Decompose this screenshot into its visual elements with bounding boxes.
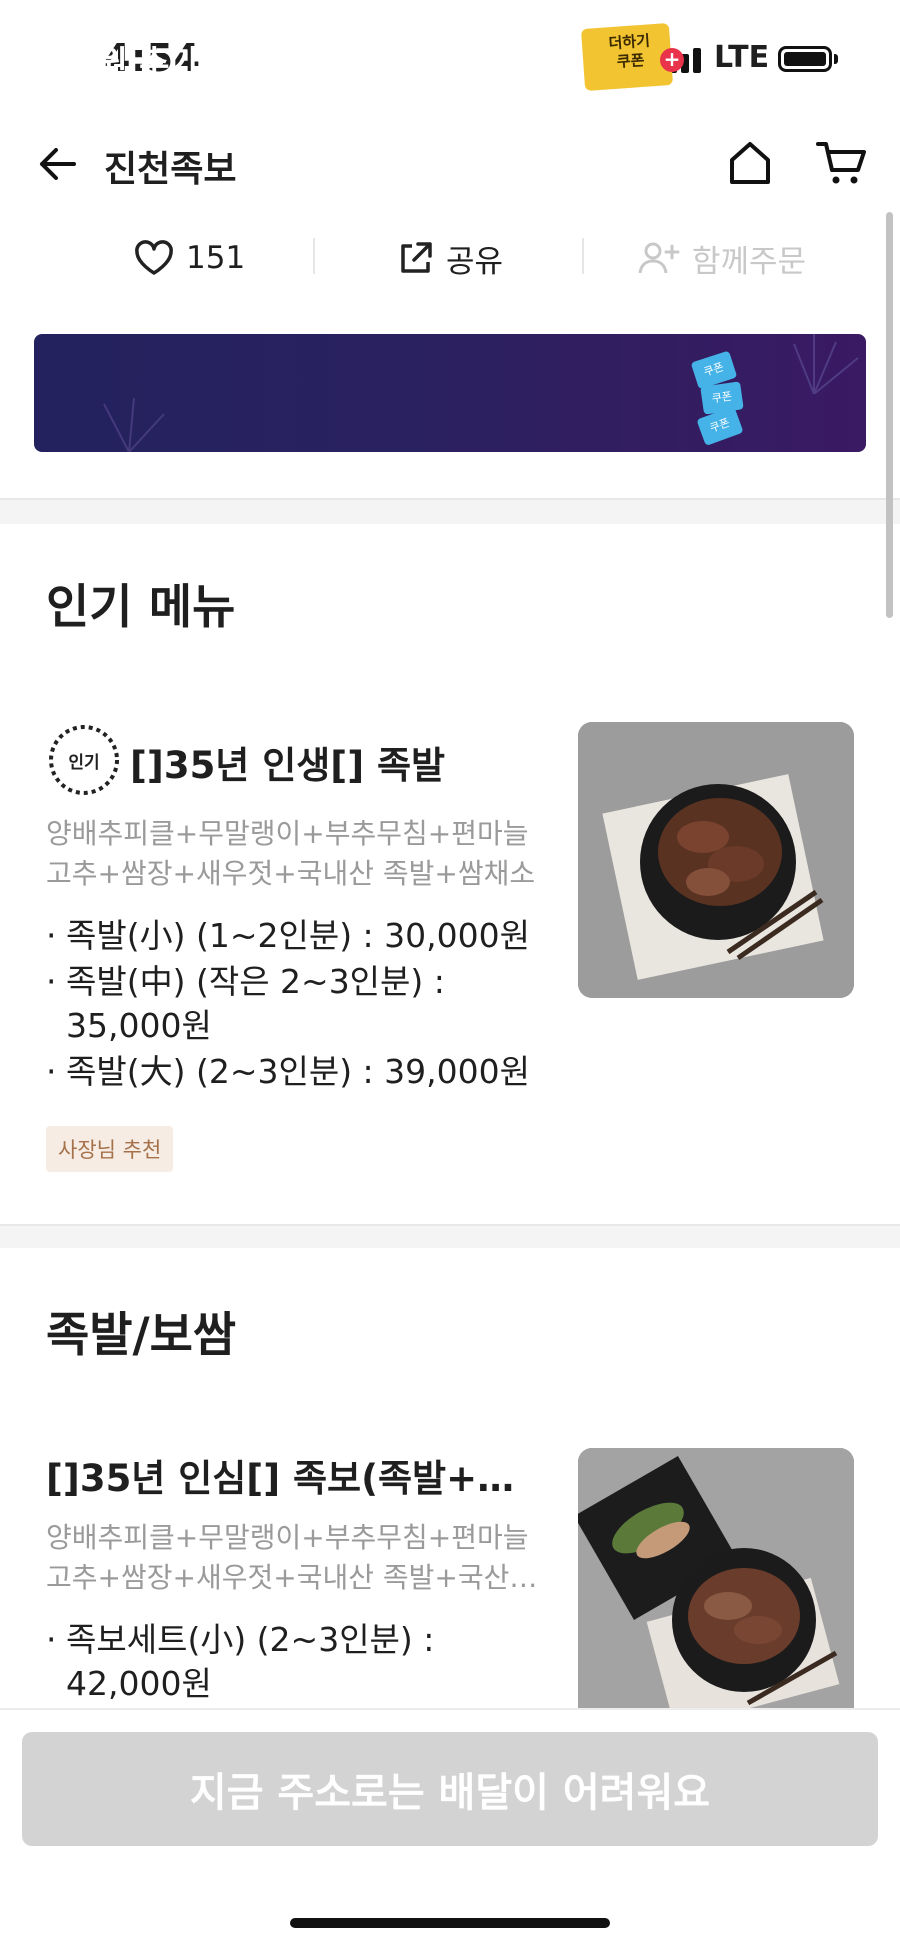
section-title-jokbal-bossam: 족발/보쌈 [46, 1308, 237, 1363]
share-label: 공유 [446, 243, 504, 280]
battery-icon [778, 46, 832, 72]
jokbal-dish-image [578, 722, 854, 998]
description-line: 양배추피클+무말랭이+부추무침+편마늘 [46, 817, 529, 850]
coupon-ticket-label: 더하기 쿠폰 [608, 31, 651, 71]
menu-item-photo[interactable] [578, 722, 854, 998]
delivery-unavailable-button[interactable]: 지금 주소로는 배달이 어려워요 [22, 1732, 878, 1846]
jokbo-set-image [578, 1448, 854, 1708]
description-line: 양배추피클+무말랭이+부추무침+편마늘 [46, 1521, 529, 1554]
popular-badge-label: 인기 [68, 753, 100, 773]
menu-item-photo[interactable] [578, 1448, 854, 1708]
menu-item-name: []35년 인심[] 족보(족발+… [46, 1457, 515, 1500]
price-line: 족발(中) (작은 2~3인분) : [66, 962, 445, 1001]
share-button[interactable]: 공유 [398, 232, 503, 284]
price-line: 35,000원 [66, 1006, 212, 1045]
price-line: 족발(大) (2~3인분) : 39,000원 [66, 1052, 530, 1091]
owner-recommend-tag: 사장님 추천 [46, 1126, 174, 1172]
price-line: 42,000원 [66, 1664, 212, 1703]
add-user-icon [638, 242, 680, 274]
menu-item-prices: · 족발(小) (1~2인분) : 30,000원 · 족발(中) (작은 2~3인… [46, 916, 530, 1091]
description-line: 고추+쌈장+새우젓+국내산 족발+쌈채소 [46, 857, 536, 890]
plus-icon: + [660, 48, 684, 72]
menu-item-prices: · 족보세트(小) (2~3인분) : 42,000원 [46, 1620, 435, 1703]
menu-item-description: 양배추피클+무말랭이+부추무침+편마늘 고추+쌈장+새우젓+국내산 족발+국산… [46, 1518, 546, 1598]
menu-item-name: []35년 인생[] 족발 [130, 744, 446, 787]
section-gap [0, 500, 900, 524]
section-title-popular: 인기 메뉴 [46, 580, 236, 635]
price-line: 족발(小) (1~2인분) : 30,000원 [66, 916, 530, 955]
cart-icon[interactable] [814, 138, 868, 188]
home-icon[interactable] [726, 138, 774, 188]
description-line: 고추+쌈장+새우젓+국내산 족발+국산… [46, 1561, 538, 1594]
like-button[interactable]: 151 [134, 232, 245, 284]
network-label: LTE [714, 40, 770, 75]
battery-tip [834, 54, 838, 64]
order-together-label: 함께주문 [692, 243, 807, 280]
like-count: 151 [186, 240, 246, 276]
store-title: 진천족보 [104, 149, 237, 190]
firework-decoration [793, 334, 859, 394]
menu-item-description: 양배추피클+무말랭이+부추무침+편마늘 고추+쌈장+새우젓+국내산 족발+쌈채소 [46, 814, 546, 894]
share-icon [401, 242, 432, 273]
divider [582, 238, 584, 274]
order-together-button[interactable]: 함께주문 [638, 232, 806, 284]
heart-icon [135, 240, 173, 275]
firework-decoration [103, 397, 165, 452]
home-indicator[interactable] [290, 1918, 610, 1928]
divider [313, 238, 315, 274]
price-line: 족보세트(小) (2~3인분) : [66, 1620, 435, 1659]
section-gap [0, 1226, 900, 1248]
back-arrow-icon[interactable] [34, 140, 82, 188]
scrollbar[interactable] [886, 212, 893, 618]
banner-text: 3천원 추가 할인쿠폰 받으러가기 [44, 43, 497, 82]
